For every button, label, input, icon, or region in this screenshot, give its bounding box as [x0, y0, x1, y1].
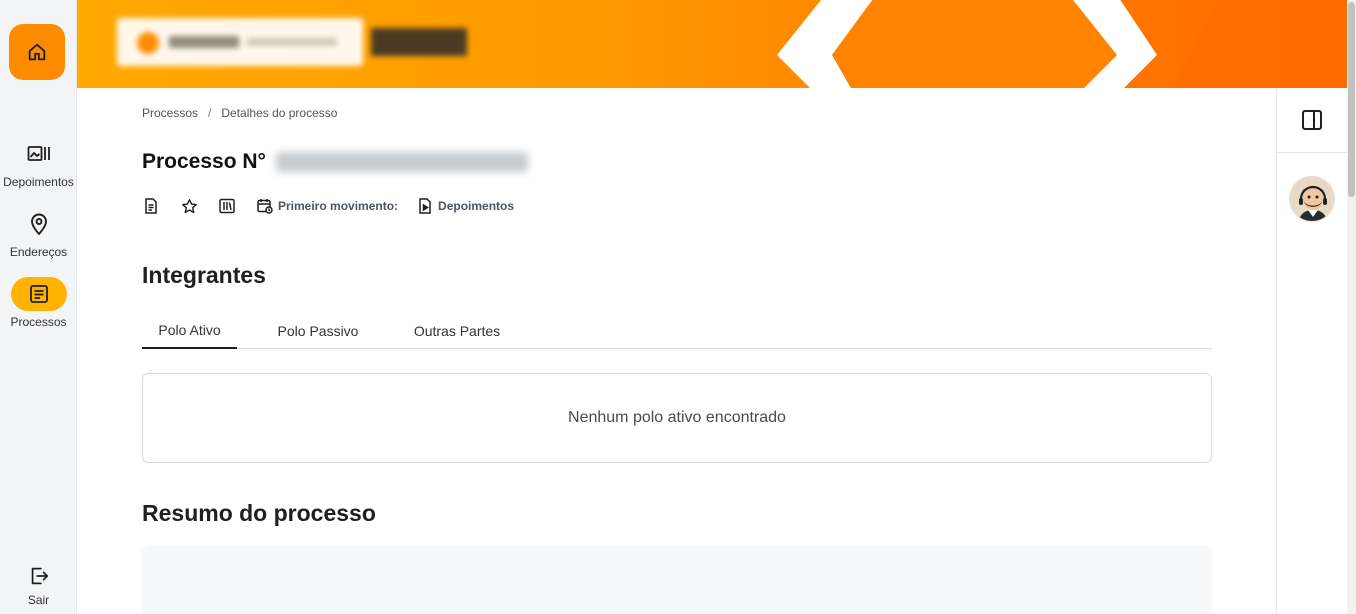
nav-rail: Depoimentos Endereços Processos Sair	[0, 0, 77, 614]
process-actions: Primeiro movimento: Depoimentos	[142, 196, 514, 216]
library-icon[interactable]	[218, 196, 236, 216]
document-list-icon	[29, 285, 48, 303]
star-icon[interactable]	[180, 196, 198, 216]
breadcrumb-item-current: Detalhes do processo	[221, 106, 338, 120]
empty-state-message: Nenhum polo ativo encontrado	[568, 409, 786, 426]
right-panel	[1276, 88, 1347, 614]
members-empty-card: Nenhum polo ativo encontrado	[142, 373, 1212, 463]
logout-label: Sair	[27, 593, 50, 607]
scrollbar-thumb[interactable]	[1348, 2, 1355, 197]
summary-section-title: Resumo do processo	[142, 500, 376, 526]
sidebar-panel-icon	[1302, 110, 1322, 130]
nav-item-processos[interactable]: Processos	[0, 277, 77, 329]
nav-item-label: Endereços	[9, 245, 68, 259]
members-tabs: Polo Ativo Polo Passivo Outras Partes	[142, 312, 1212, 349]
document-icon[interactable]	[142, 196, 160, 216]
tab-polo-passivo[interactable]: Polo Passivo	[261, 312, 375, 349]
logout-button[interactable]: Sair	[0, 565, 77, 607]
gallery-icon	[27, 146, 50, 161]
process-title-row: Processo N°	[142, 150, 528, 174]
banner-decoration	[777, 0, 1347, 88]
video-file-icon[interactable]	[416, 196, 434, 216]
home-button[interactable]	[9, 24, 65, 80]
page-title: Processo N°	[142, 150, 266, 173]
breadcrumb-separator: /	[208, 106, 212, 120]
first-movement-label: Primeiro movimento:	[278, 199, 399, 213]
depoimentos-link[interactable]: Depoimentos	[438, 199, 514, 213]
nav-item-depoimentos[interactable]: Depoimentos	[0, 137, 77, 189]
header-banner	[77, 0, 1347, 88]
nav-item-label: Processos	[10, 315, 67, 329]
logout-icon	[31, 567, 48, 585]
calendar-clock-icon	[256, 196, 274, 216]
members-section-title: Integrantes	[142, 262, 266, 288]
user-avatar[interactable]	[1289, 176, 1335, 222]
panel-toggle-button[interactable]	[1277, 88, 1347, 153]
nav-item-label: Depoimentos	[3, 175, 74, 189]
location-pin-icon	[30, 213, 47, 235]
home-icon	[28, 43, 46, 61]
breadcrumb: Processos / Detalhes do processo	[142, 106, 337, 120]
page-scrollbar[interactable]	[1347, 0, 1356, 614]
avatar-icon	[1290, 177, 1334, 221]
nav-item-enderecos[interactable]: Endereços	[0, 207, 77, 259]
process-number-redacted	[275, 152, 528, 172]
summary-card	[142, 546, 1212, 614]
tab-polo-ativo[interactable]: Polo Ativo	[142, 312, 237, 349]
tab-outras-partes[interactable]: Outras Partes	[398, 312, 516, 349]
breadcrumb-item-processos[interactable]: Processos	[142, 106, 198, 120]
